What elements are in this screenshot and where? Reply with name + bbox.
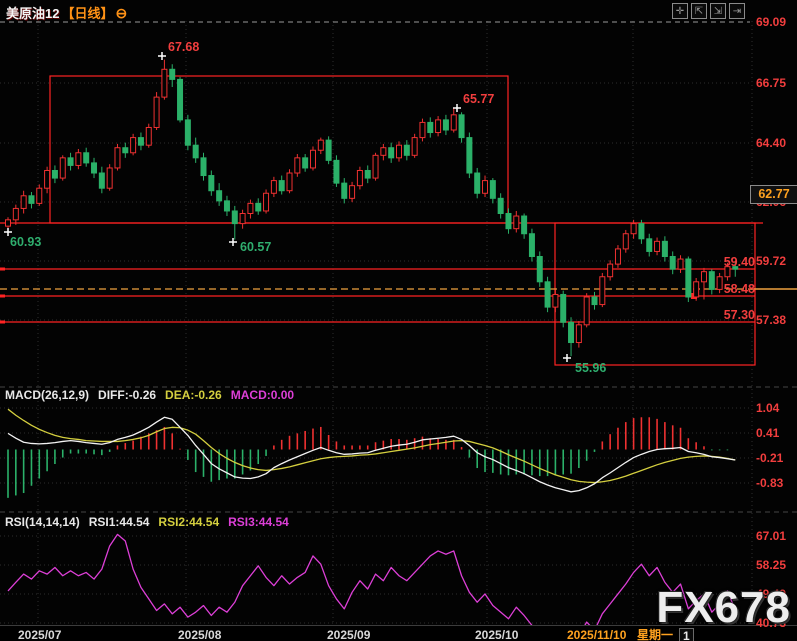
fx678-watermark: FX678 [656, 583, 791, 633]
collapse-icon[interactable]: ⊖ [115, 5, 127, 21]
time-axis-label: 2025/08 [178, 628, 221, 641]
time-axis-label: 2025/09 [327, 628, 370, 641]
price-line-label: 58.48 [699, 282, 755, 296]
chart-window: 美原油12【日线】⊖ ✛⇱⇲⇥ 62.77 MACD(26,12,9) DIFF:… [0, 0, 797, 641]
macd-legend-item: DIFF:-0.26 [98, 388, 156, 402]
time-axis-label: 2025/11/10 [567, 628, 626, 641]
period-label: 【日线】 [61, 6, 113, 21]
macd-legend-item: DEA:-0.26 [165, 388, 222, 402]
price-axis-label: 57.38 [756, 313, 786, 327]
extreme-price-annotation: 60.57 [240, 240, 271, 254]
rsi-axis-label: 58.25 [756, 558, 786, 572]
price-line-label: 59.40 [699, 255, 755, 269]
rsi-legend: RSI(14,14,14) RSI1:44.54 RSI2:44.54 RSI3:44… [5, 515, 298, 529]
chart-title: 美原油12【日线】⊖ [6, 3, 129, 22]
scale-right-axis-icon[interactable]: ⇲ [710, 3, 726, 19]
rsi-legend-item: RSI3:44.54 [228, 515, 289, 529]
crosshair-icon[interactable]: ✛ [672, 3, 688, 19]
rsi-legend-item: RSI2:44.54 [158, 515, 219, 529]
extreme-price-annotation: 60.93 [10, 235, 41, 249]
cursor-price-readout: 62.77 [750, 185, 797, 204]
macd-legend-item: MACD:0.00 [231, 388, 294, 402]
price-axis-label: 69.09 [756, 15, 786, 29]
scale-left-axis-icon[interactable]: ⇱ [691, 3, 707, 19]
chart-canvas[interactable] [0, 0, 797, 641]
macd-legend: MACD(26,12,9) DIFF:-0.26 DEA:-0.26 MACD:0.0… [5, 388, 303, 402]
detach-window-icon[interactable]: ⇥ [729, 3, 745, 19]
rsi-legend-item: RSI(14,14,14) [5, 515, 80, 529]
extreme-price-annotation: 67.68 [168, 40, 199, 54]
time-axis-label: 2025/07 [18, 628, 61, 641]
time-axis-label: 2025/10 [475, 628, 518, 641]
macd-legend-item: MACD(26,12,9) [5, 388, 89, 402]
macd-axis-label: 1.04 [756, 401, 779, 415]
macd-axis-label: -0.21 [756, 451, 783, 465]
macd-axis-label: 0.41 [756, 426, 779, 440]
rsi-legend-item: RSI1:44.54 [89, 515, 150, 529]
macd-axis-label: -0.83 [756, 476, 783, 490]
price-axis-label: 64.40 [756, 136, 786, 150]
price-line-label: 57.30 [699, 308, 755, 322]
price-axis-label: 59.72 [756, 254, 786, 268]
extreme-price-annotation: 65.77 [463, 92, 494, 106]
price-axis-label: 66.75 [756, 76, 786, 90]
chart-toolbar: ✛⇱⇲⇥ [672, 3, 745, 19]
rsi-axis-label: 67.01 [756, 529, 786, 543]
extreme-price-annotation: 55.96 [575, 361, 606, 375]
symbol-name: 美原油12 [6, 6, 59, 21]
